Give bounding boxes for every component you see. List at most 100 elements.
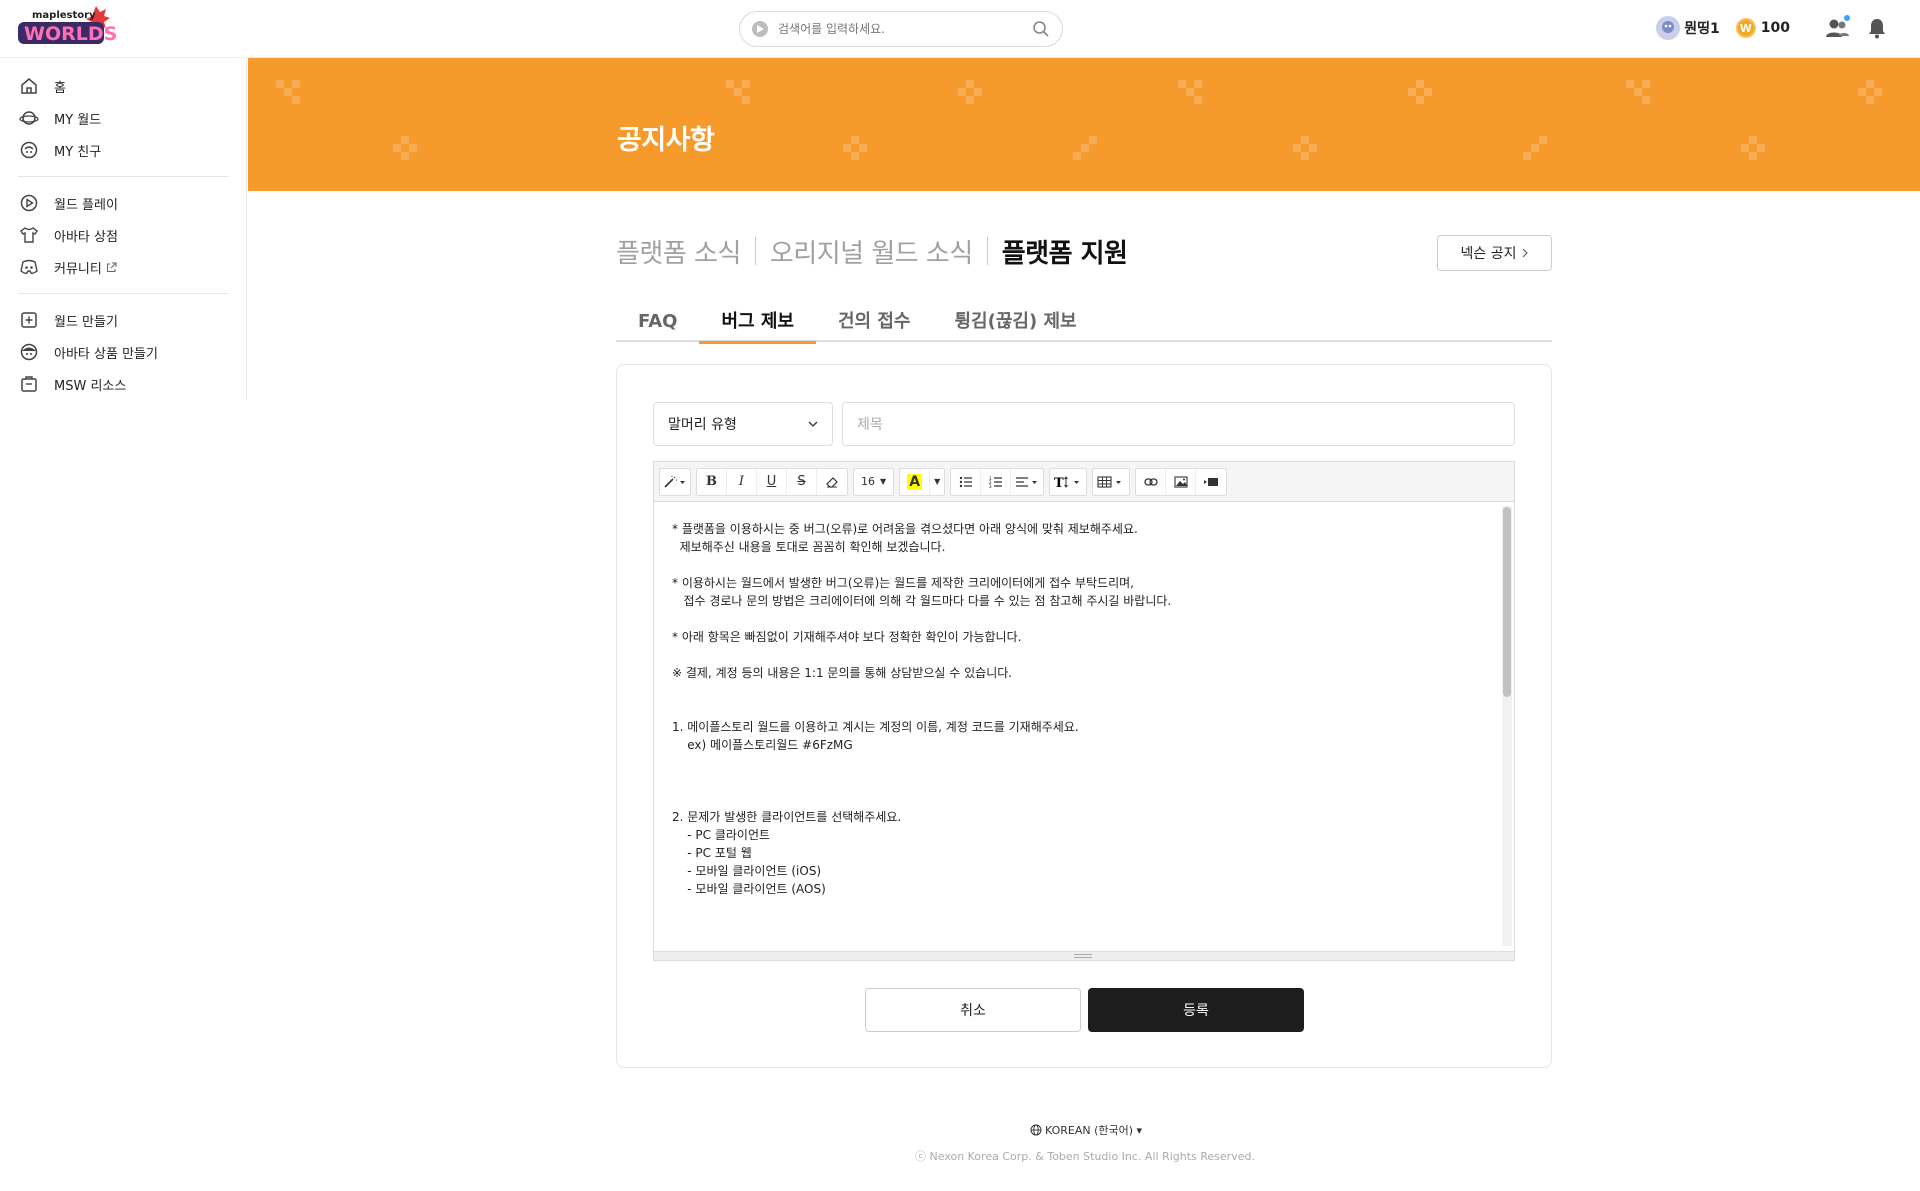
sidebar-item-world-play[interactable]: 월드 플레이 [0,187,246,219]
editor-line [672,772,1496,790]
editor-line: - 모바일 클라이언트 (iOS) [672,864,822,878]
sidebar-item-label: 아바타 상점 [54,229,118,245]
notice-banner: 공지사항 [248,58,1920,191]
tab-faq[interactable]: FAQ [616,302,699,342]
category-nav: 플랫폼 소식 오리지널 월드 소식 플랫폼 지원 [616,233,1128,270]
coin-count: 100 [1760,20,1790,36]
category-original-world-news[interactable]: 오리지널 월드 소식 [770,233,973,270]
sidebar-item-label: 월드 만들기 [54,314,118,330]
text-color-button[interactable]: A [900,468,931,495]
editor-line [672,682,1496,700]
color-dropdown-caret[interactable]: ▼ [930,469,944,495]
search-input[interactable] [778,22,1032,36]
planet-icon [18,107,40,129]
eraser-icon[interactable] [817,469,847,495]
italic-button[interactable]: I [727,468,757,495]
notification-dot [1844,15,1850,21]
language-selector[interactable]: KOREAN (한국어) ▾ [1030,1122,1142,1138]
resource-box-icon [18,373,40,395]
sidebar-item-my-world[interactable]: MY 월드 [0,102,246,134]
editor-line: - PC 포털 웹 [672,846,752,860]
pixel-pattern [843,136,873,166]
sidebar-item-my-friend[interactable]: MY 친구 [0,134,246,166]
editor-line [672,754,1496,772]
sidebar-item-label: MY 월드 [54,112,102,128]
bell-icon[interactable] [1864,15,1890,41]
user-profile[interactable]: 뭔띵1 [1656,16,1720,40]
strikethrough-button[interactable]: S [787,468,817,495]
editor-line [672,790,1496,808]
search-bar[interactable] [739,11,1063,47]
pixel-pattern [1741,136,1771,166]
cancel-button[interactable]: 취소 [865,988,1081,1032]
sidebar-item-create-avatar-item[interactable]: 아바타 상품 만들기 [0,336,246,368]
font-size-select[interactable]: 16 ▼ [854,469,893,495]
pixel-pattern [1408,80,1438,110]
external-link-icon [106,262,117,273]
scrollbar-thumb[interactable] [1503,507,1511,697]
maplestory-worlds-logo[interactable]: maplestory WORLDS [16,4,118,52]
title-placeholder: 제목 [857,417,883,433]
top-header: maplestory WORLDS 뭔띵1 W 100 [0,0,1920,58]
sidebar-item-create-world[interactable]: 월드 만들기 [0,304,246,336]
editor-line: * 플랫폼을 이용하시는 중 버그(오류)로 어려움을 겪으셨다면 아래 양식에… [672,522,1138,536]
video-icon[interactable] [1196,469,1226,495]
category-platform-support[interactable]: 플랫폼 지원 [1002,233,1128,270]
svg-text:T: T [1054,476,1064,489]
pixel-pattern [1858,80,1888,110]
editor-scrollbar[interactable] [1502,506,1512,946]
editor-line [672,556,1496,574]
bold-button[interactable]: B [697,468,727,495]
category-divider [986,237,988,265]
sidebar-item-label: 커뮤니티 [54,261,102,277]
nexon-notice-label: 넥슨 공지 [1460,246,1517,262]
pixel-pattern [393,136,423,166]
editor-line [672,646,1496,664]
pixel-pattern [1073,136,1103,166]
category-platform-news[interactable]: 플랫폼 소식 [616,233,741,270]
underline-button[interactable]: U [757,468,787,495]
chevron-down-icon: ▼ [880,477,887,486]
pixel-pattern [276,80,306,110]
editor-line: ※ 결제, 계정 등의 내용은 1:1 문의를 통해 상담받으실 수 있습니다. [672,666,1013,680]
sidebar-item-msw-resources[interactable]: MSW 리소스 [0,368,246,400]
support-tabs: FAQ 버그 제보 건의 접수 튕김(끊김) 제보 [616,302,1552,344]
avatar-face-icon [18,341,40,363]
sidebar-item-community[interactable]: 커뮤니티 [0,251,246,283]
globe-icon [1030,1124,1042,1136]
editor-resize-handle[interactable] [654,951,1514,960]
sidebar-item-home[interactable]: 홈 [0,70,246,102]
svg-text:maplestory: maplestory [32,10,96,21]
language-label: KOREAN (한국어) ▾ [1045,1124,1143,1137]
sidebar-item-label: 아바타 상품 만들기 [54,346,158,362]
sidebar-item-avatar-shop[interactable]: 아바타 상점 [0,219,246,251]
pixel-pattern [1523,136,1553,166]
submit-button[interactable]: 등록 [1088,988,1304,1032]
editor-line [672,610,1496,628]
tab-bug-report[interactable]: 버그 제보 [699,302,816,344]
friend-icon [18,139,40,161]
nexon-notice-button[interactable]: 넥슨 공지 [1437,235,1552,271]
magic-wand-style-button[interactable] [660,469,690,495]
link-icon[interactable] [1136,468,1167,495]
search-icon[interactable] [1032,20,1050,38]
image-icon[interactable] [1166,468,1197,495]
pixel-pattern [726,80,756,110]
sidebar-item-label: MY 친구 [54,144,102,160]
text-height-icon[interactable]: T [1050,469,1086,495]
sidebar-divider [18,176,229,177]
header-type-select[interactable]: 말머리 유형 [653,402,833,446]
ordered-list-icon[interactable]: 123 [981,468,1012,495]
friends-icon[interactable] [1824,15,1850,41]
coin-balance[interactable]: W 100 [1735,18,1790,38]
editor-body[interactable]: * 플랫폼을 이용하시는 중 버그(오류)로 어려움을 겪으셨다면 아래 양식에… [654,502,1514,952]
tab-crash-report[interactable]: 튕김(끊김) 제보 [933,302,1099,342]
title-input[interactable]: 제목 [842,402,1515,446]
editor-line [672,700,1496,718]
align-icon[interactable] [1011,469,1043,495]
sidebar: 홈 MY 월드 MY 친구 월드 플레이 아바타 상점 커뮤니티 월드 만들기 … [0,58,247,401]
tab-suggestion[interactable]: 건의 접수 [816,302,933,342]
avatar [1656,16,1681,40]
table-icon[interactable] [1093,469,1129,495]
unordered-list-icon[interactable] [951,468,982,495]
